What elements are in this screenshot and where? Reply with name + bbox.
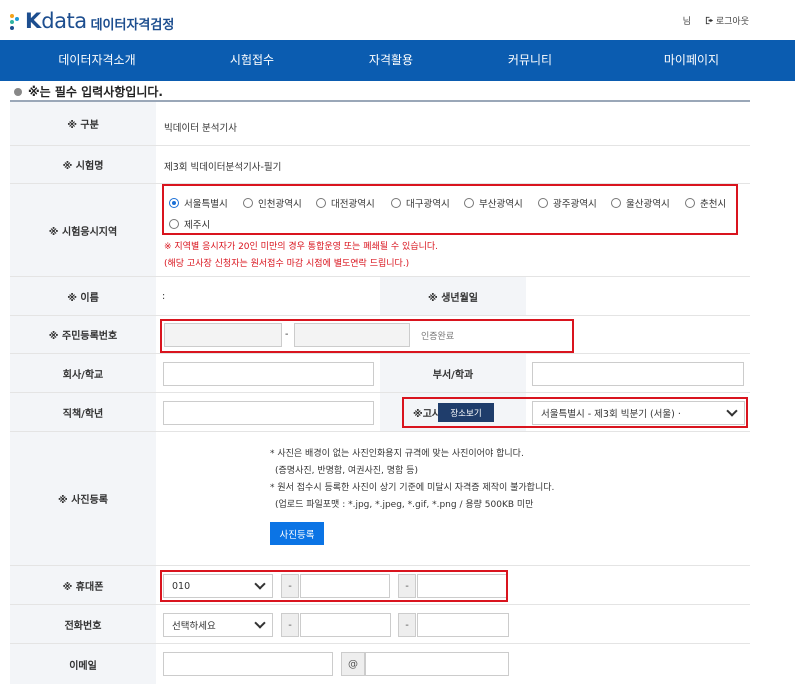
- region-notice-2: (해당 고사장 신청자는 원서접수 마감 시점에 별도연락 드립니다.): [164, 259, 410, 269]
- row-company: 회사/학교 부서/학과: [10, 354, 750, 393]
- kdata-logo[interactable]: K data 데이터자격검정: [10, 9, 174, 33]
- nav-item-utilize[interactable]: 자격활용: [310, 40, 472, 81]
- photo-guideline-3: * 원서 접수시 등록한 사진이 상기 기준에 미달시 자격증 제작이 불가합니…: [270, 483, 555, 493]
- logout-link[interactable]: 로그아웃: [705, 14, 749, 27]
- nav-item-apply[interactable]: 시험접수: [194, 40, 310, 81]
- name-value: :: [162, 291, 166, 302]
- label-resident-id: ※ 주민등록번호: [10, 316, 156, 353]
- logo-text: data: [41, 9, 87, 33]
- position-input[interactable]: [163, 401, 374, 425]
- email-id-input[interactable]: [163, 652, 333, 676]
- company-input[interactable]: [163, 362, 374, 386]
- category-value: 빅데이터 분석기사: [164, 123, 237, 134]
- required-note-text: ※는 필수 입력사항입니다.: [28, 85, 163, 99]
- photo-guideline-4: (업로드 파일포맷 : *.jpg, *.jpeg, *.gif, *.png …: [275, 500, 534, 510]
- row-phone: 전화번호 선택하세요 - -: [10, 605, 750, 644]
- nav-item-community[interactable]: 커뮤니티: [472, 40, 588, 81]
- phone-prefix-select[interactable]: 선택하세요: [163, 613, 273, 637]
- top-header: K data 데이터자격검정 님 로그아웃: [0, 0, 795, 40]
- email-at-sign: @: [341, 652, 365, 676]
- row-resident-id: ※ 주민등록번호 - 인증완료: [10, 316, 750, 354]
- logo-dots-icon: [10, 12, 22, 30]
- main-nav: 데이터자격소개 시험접수 자격활용 커뮤니티 마이페이지: [0, 40, 795, 81]
- email-domain-input[interactable]: [365, 652, 509, 676]
- logo-k: K: [25, 9, 41, 33]
- label-email: 이메일: [10, 644, 156, 684]
- region-highlight-box: [162, 184, 738, 235]
- row-region: ※ 시험응시지역 서울특별시 인천광역시 대전광역시 대구광역시 부산광역시 광…: [10, 184, 750, 277]
- logo-subtitle: 데이터자격검정: [90, 17, 175, 33]
- row-mobile: ※ 휴대폰 010 - -: [10, 566, 750, 605]
- row-photo: ※ 사진등록 * 사진은 배경이 없는 사진인화용지 규격에 맞는 사진이어야 …: [10, 432, 750, 566]
- label-category: ※ 구분: [10, 102, 156, 145]
- resident-id-highlight-box: [160, 319, 574, 353]
- label-birth: ※ 생년월일: [380, 277, 526, 315]
- label-photo: ※ 사진등록: [10, 432, 156, 565]
- label-company: 회사/학교: [10, 354, 156, 392]
- user-greeting: 님: [682, 17, 691, 27]
- department-input[interactable]: [532, 362, 744, 386]
- label-department: 부서/학과: [380, 354, 526, 392]
- required-note: ※는 필수 입력사항입니다.: [14, 83, 163, 100]
- phone-middle-input[interactable]: [300, 613, 391, 637]
- phone-prefix-value: 선택하세요: [172, 621, 216, 632]
- region-notice-1: ※ 지역별 응시자가 20인 미만의 경우 통합운영 또는 폐쇄될 수 있습니다…: [164, 242, 439, 252]
- label-region: ※ 시험응시지역: [10, 184, 156, 276]
- mobile-highlight-box: [160, 570, 508, 602]
- label-position: 직책/학년: [10, 393, 156, 431]
- photo-guideline-1: * 사진은 배경이 없는 사진인화용지 규격에 맞는 사진이어야 합니다.: [270, 449, 524, 459]
- label-phone: 전화번호: [10, 605, 156, 643]
- nav-item-mypage[interactable]: 마이페이지: [588, 40, 795, 81]
- user-area: 님 로그아웃: [683, 14, 749, 27]
- label-exam-name: ※ 시험명: [10, 146, 156, 183]
- chevron-down-icon: [254, 617, 266, 629]
- label-name: ※ 이름: [10, 277, 156, 315]
- row-exam-name: ※ 시험명 제3회 빅데이터분석기사-필기: [10, 146, 750, 184]
- photo-guideline-2: (증명사진, 반명함, 여권사진, 명함 등): [275, 466, 418, 476]
- phone-last-input[interactable]: [417, 613, 509, 637]
- bullet-icon: [14, 87, 22, 96]
- phone-separator-1: -: [281, 613, 299, 637]
- venue-highlight-box: [402, 397, 748, 428]
- row-name: ※ 이름 : ※ 생년월일: [10, 277, 750, 316]
- logout-label: 로그아웃: [715, 17, 749, 27]
- photo-upload-button[interactable]: 사진등록: [270, 522, 324, 545]
- label-mobile: ※ 휴대폰: [10, 566, 156, 604]
- row-email: 이메일 @: [10, 644, 750, 684]
- row-position: 직책/학년 ※고사장 장소보기 서울특별시 - 제3회 빅분기 (서울) ·: [10, 393, 750, 432]
- logout-icon: [705, 16, 713, 25]
- row-category: ※ 구분 빅데이터 분석기사: [10, 102, 750, 146]
- phone-separator-2: -: [398, 613, 416, 637]
- exam-name-value: 제3회 빅데이터분석기사-필기: [164, 162, 282, 173]
- application-form: ※ 구분 빅데이터 분석기사 ※ 시험명 제3회 빅데이터분석기사-필기 ※ 시…: [10, 100, 750, 684]
- nav-item-intro[interactable]: 데이터자격소개: [0, 40, 194, 81]
